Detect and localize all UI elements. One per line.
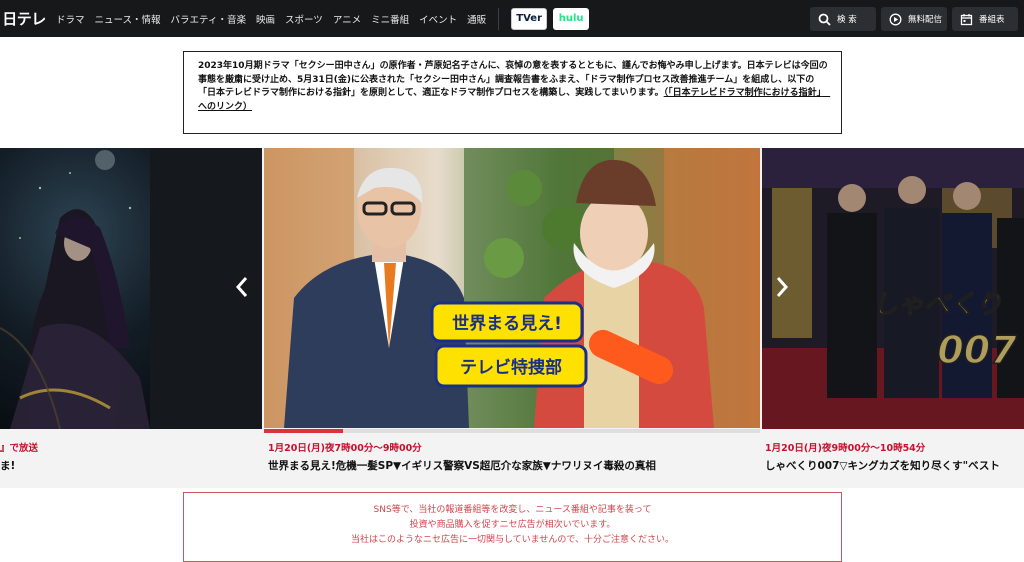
nav-anime[interactable]: アニメ <box>333 12 361 26</box>
inactive-overlay <box>0 148 262 429</box>
program-guide-label: 番組表 <box>979 15 1005 25</box>
hulu-button[interactable]: hulu <box>553 7 590 30</box>
search-label: 検 索 <box>837 15 857 25</box>
prev-air-date: 』で放送 <box>0 443 39 454</box>
search-button[interactable]: 検 索 <box>810 7 876 31</box>
inactive-overlay <box>762 148 1024 429</box>
prev-caption: 』で放送 ま! <box>0 440 262 480</box>
nav-drama[interactable]: ドラマ <box>56 12 85 26</box>
warning-line-3: 当社はこのようなニセ広告に一切関与していませんので、十分ご注意ください。 <box>350 535 675 545</box>
nav-news[interactable]: ニュース・情報 <box>95 12 161 26</box>
play-circle-icon <box>889 13 902 25</box>
nav-movie[interactable]: 映画 <box>256 12 275 26</box>
slide-progress-bar <box>264 429 344 433</box>
global-header: 日テレ ドラマ ニュース・情報 バラエティ・音楽 映画 スポーツ アニメ ミニ番… <box>0 0 1024 37</box>
current-air-date: 1月20日(月)夜7時00分～9時00分 <box>268 443 422 454</box>
show-logo-line1: 世界まる見え! <box>452 314 562 334</box>
current-title[interactable]: 世界まる見え!危機一髪SP▼イギリス警察VS超厄介な家族▼ナワリヌイ毒殺の真相 <box>268 458 758 473</box>
nav-sports[interactable]: スポーツ <box>285 12 323 26</box>
calendar-icon <box>960 13 973 25</box>
tver-button[interactable]: TVer <box>511 7 548 30</box>
slide-progress-track <box>264 429 760 433</box>
fake-ad-warning: SNS等で、当社の報道番組等を改変し、ニュース番組や記事を装って 投資や商品購入… <box>183 492 842 562</box>
program-guide-button[interactable]: 番組表 <box>952 7 1018 31</box>
condolence-notice: 2023年10月期ドラマ「セクシー田中さん」の原作者・芦原妃名子さんに、哀悼の意… <box>183 51 842 134</box>
marumie-thumbnail: 世界まる見え! テレビ特捜部 <box>264 148 760 428</box>
logo-text: 日テレ <box>2 10 46 28</box>
prev-title: ま! <box>0 460 16 472</box>
chevron-right-icon <box>776 277 789 297</box>
next-title[interactable]: しゃべくり007▽キングカズを知り尽くす"ベスト <box>765 458 1024 473</box>
nav-variety[interactable]: バラエティ・音楽 <box>171 12 246 26</box>
warning-line-1: SNS等で、当社の報道番組等を改変し、ニュース番組や記事を装って <box>373 505 652 515</box>
chevron-left-icon <box>235 277 248 297</box>
warning-line-2: 投資や商品購入を促すニセ広告が相次いでいます。 <box>409 520 616 530</box>
main-nav: ドラマ ニュース・情報 バラエティ・音楽 映画 スポーツ アニメ ミニ番組 イベ… <box>56 0 590 37</box>
show-logo: 世界まる見え! テレビ特捜部 <box>430 301 588 388</box>
free-streaming-label: 無料配信 <box>908 15 943 25</box>
free-streaming-button[interactable]: 無料配信 <box>881 7 947 31</box>
nav-mini[interactable]: ミニ番組 <box>371 12 409 26</box>
carousel-prev-button[interactable] <box>232 275 252 299</box>
nav-event[interactable]: イベント <box>419 12 457 26</box>
carousel-next-button[interactable] <box>772 275 792 299</box>
search-icon <box>818 13 831 26</box>
show-logo-line2: テレビ特捜部 <box>460 357 562 378</box>
shabekuri-thumbnail: しゃべくり 007 <box>762 148 1024 429</box>
next-air-date: 1月20日(月)夜9時00分～10時54分 <box>765 443 926 454</box>
anime-thumbnail <box>0 148 262 429</box>
nav-divider <box>498 7 500 30</box>
nav-shopping[interactable]: 通販 <box>467 12 486 26</box>
program-carousel: 』で放送 ま! 世界まる見え! テレビ特捜部 しゃべくり 007 1月20日(月… <box>0 148 1024 488</box>
ntv-logo[interactable]: 日テレ <box>0 0 48 37</box>
